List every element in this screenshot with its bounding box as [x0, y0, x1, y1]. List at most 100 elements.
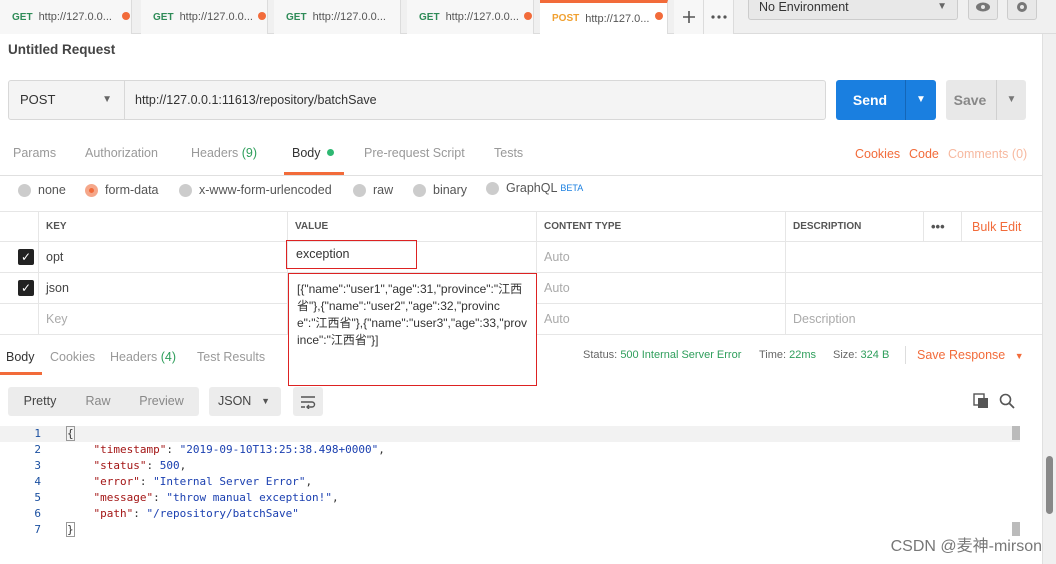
copy-icon [973, 393, 988, 408]
request-title[interactable]: Untitled Request [8, 42, 115, 57]
table-row: ✓ opt Auto [0, 242, 1042, 273]
response-tab-headers[interactable]: Headers (4) [110, 350, 176, 364]
radio-graphql[interactable]: GraphQL BETA [486, 181, 583, 195]
save-response-button[interactable]: Save Response ▼ [917, 348, 1024, 362]
tab-authorization[interactable]: Authorization [85, 146, 158, 160]
response-body-viewer[interactable]: 1 { 2 "timestamp": "2019-09-10T13:25:38.… [0, 426, 1020, 556]
request-tab-4[interactable]: GET http://127.0.0... [407, 0, 534, 34]
new-content-type-input[interactable]: Auto [537, 304, 786, 334]
code-line: 6 "path": "/repository/batchSave" [0, 506, 1020, 522]
content-type-input[interactable]: Auto [537, 242, 786, 272]
code-line: 7 } [0, 522, 1020, 538]
line-number: 5 [34, 491, 41, 504]
description-input[interactable] [786, 273, 1042, 303]
response-tab-body[interactable]: Body [6, 350, 35, 364]
tab-headers[interactable]: Headers (9) [191, 146, 257, 160]
request-tab-3[interactable]: GET http://127.0.0... [274, 0, 401, 34]
code-text: "timestamp": "2019-09-10T13:25:38.498+00… [93, 443, 385, 456]
key-input[interactable]: opt [39, 242, 288, 272]
response-tab-test-results[interactable]: Test Results [197, 350, 265, 364]
radio-urlencoded[interactable]: x-www-form-urlencoded [179, 183, 332, 197]
method-select[interactable]: POST ▼ [8, 80, 125, 120]
line-number: 1 [34, 427, 41, 440]
new-description-input[interactable]: Description [786, 304, 1042, 334]
code-line: 2 "timestamp": "2019-09-10T13:25:38.498+… [0, 442, 1020, 458]
radio-raw[interactable]: raw [353, 183, 393, 197]
value-input-json[interactable]: [{"name":"user1","age":31,"province":"江西… [288, 273, 537, 386]
time-value: 22ms [789, 349, 817, 361]
active-tab-indicator [0, 372, 42, 375]
key-input[interactable]: json [39, 273, 288, 303]
format-select[interactable]: JSON ▼ [209, 387, 281, 416]
environment-select[interactable]: No Environment ▼ [748, 0, 958, 20]
wrap-lines-button[interactable] [293, 387, 323, 416]
tab-tests[interactable]: Tests [494, 146, 523, 160]
radio-label: binary [433, 183, 468, 197]
new-key-input[interactable]: Key [39, 304, 288, 334]
description-input[interactable] [786, 242, 1042, 272]
active-dot-icon [326, 149, 334, 156]
tab-url: http://127.0... [585, 12, 650, 25]
environment-quick-look-button[interactable] [968, 0, 998, 20]
time-label: Time: [759, 349, 787, 361]
bulk-edit-button[interactable]: Bulk Edit [962, 212, 1042, 241]
code-scroll-thumb[interactable] [1012, 426, 1020, 440]
radio-label: x-www-form-urlencoded [199, 183, 332, 197]
view-raw-button[interactable]: Raw [72, 387, 124, 416]
method-value: POST [20, 92, 56, 107]
more-icon [710, 15, 727, 19]
radio-label: raw [373, 183, 394, 197]
code-link[interactable]: Code [909, 147, 939, 161]
tab-body[interactable]: Body [292, 146, 334, 160]
comments-link[interactable]: Comments (0) [948, 147, 1027, 161]
environment-value: No Environment [759, 0, 849, 14]
search-button[interactable] [999, 393, 1015, 412]
url-input[interactable]: http://127.0.0.1:11613/repository/batchS… [124, 80, 826, 120]
new-tab-button[interactable] [674, 0, 704, 34]
request-tab-2[interactable]: GET http://127.0.0... [141, 0, 268, 34]
content-type-input[interactable]: Auto [537, 273, 786, 303]
window-scroll-thumb[interactable] [1046, 456, 1053, 514]
response-size: Size: 324 B [833, 349, 889, 361]
search-icon [999, 393, 1015, 409]
checkmark-icon: ✓ [18, 280, 34, 296]
radio-circle-icon [179, 183, 192, 197]
table-header: KEY VALUE CONTENT TYPE DESCRIPTION ••• B… [0, 211, 1042, 242]
json-message: throw manual exception! [172, 491, 326, 504]
line-number: 2 [34, 443, 41, 456]
plus-icon [682, 11, 695, 23]
json-error: Internal Server Error [159, 475, 299, 488]
settings-button[interactable] [1007, 0, 1037, 20]
view-preview-button[interactable]: Preview [124, 387, 199, 416]
request-tab-5[interactable]: POST http://127.0... [540, 0, 668, 34]
request-tab-1[interactable]: GET http://127.0.0... [0, 0, 132, 34]
copy-button[interactable] [973, 393, 989, 412]
cookies-link[interactable]: Cookies [855, 147, 900, 161]
response-tab-cookies[interactable]: Cookies [50, 350, 95, 364]
chevron-down-icon[interactable]: ▼ [906, 80, 936, 120]
tab-options-button[interactable] [704, 0, 734, 34]
radio-circle-icon [353, 183, 366, 197]
value-input-opt[interactable]: exception [286, 240, 417, 269]
send-button[interactable]: Send ▼ [836, 80, 936, 120]
view-pretty-button[interactable]: Pretty [8, 387, 72, 416]
radio-none[interactable]: none [18, 183, 66, 197]
radio-binary[interactable]: binary [413, 183, 467, 197]
row-checkbox[interactable]: ✓ [0, 242, 39, 272]
column-options-button[interactable]: ••• [924, 212, 962, 241]
tab-params[interactable]: Params [13, 146, 56, 160]
save-button[interactable]: Save ▼ [946, 80, 1026, 120]
method-label: GET [153, 11, 174, 23]
wrap-icon [301, 395, 316, 409]
tab-pre-request-script[interactable]: Pre-request Script [364, 146, 465, 160]
value-column-header: VALUE [288, 212, 537, 241]
divider [0, 175, 1042, 176]
radio-circle-icon [413, 183, 426, 197]
key-column-header: KEY [39, 212, 288, 241]
row-checkbox[interactable]: ✓ [0, 273, 39, 303]
send-label: Send [852, 92, 888, 108]
chevron-down-icon[interactable]: ▼ [997, 80, 1026, 120]
radio-circle-icon [486, 181, 499, 195]
chevron-down-icon: ▼ [1014, 351, 1024, 361]
radio-form-data[interactable]: form-data [85, 183, 159, 197]
